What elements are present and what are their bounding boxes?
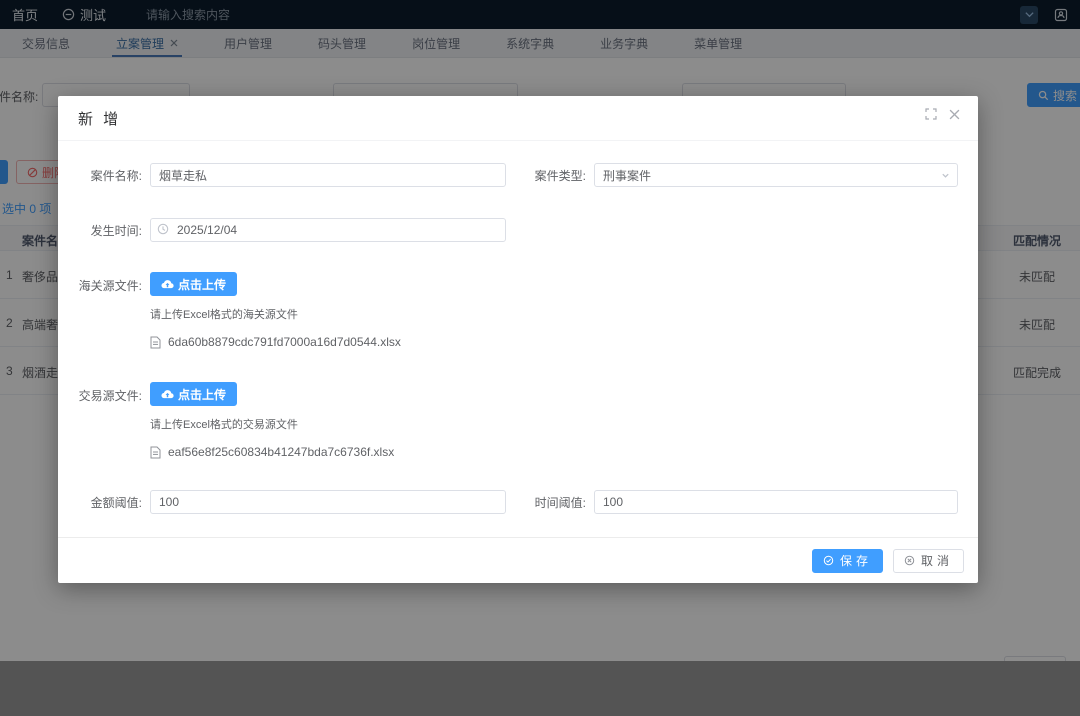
close-circle-icon — [904, 555, 915, 566]
document-icon — [150, 446, 161, 459]
fullscreen-icon[interactable] — [925, 108, 937, 120]
case-type-select[interactable] — [594, 163, 958, 187]
occur-time-input[interactable] — [150, 218, 506, 242]
cloud-upload-icon — [161, 279, 174, 290]
trade-file-name: eaf56e8f25c60834b41247bda7c6736f.xlsx — [168, 445, 394, 459]
amount-threshold-label: 金额阈值: — [78, 494, 150, 511]
case-name-input[interactable] — [150, 163, 506, 187]
time-threshold-input[interactable] — [594, 490, 958, 514]
cancel-button[interactable]: 取消 — [893, 549, 964, 573]
document-icon — [150, 336, 161, 349]
case-type-label: 案件类型: — [530, 167, 594, 184]
app-window: 首页 测试 交易信息 — [0, 0, 1080, 716]
dialog-body: 案件名称: 案件类型: — [58, 141, 978, 514]
save-button[interactable]: 保存 — [812, 549, 883, 573]
save-button-label: 保存 — [840, 552, 872, 569]
upload-button-label: 点击上传 — [178, 276, 226, 293]
upload-button-label: 点击上传 — [178, 386, 226, 403]
amount-threshold-input[interactable] — [150, 490, 506, 514]
dialog-title: 新 增 — [78, 108, 121, 129]
customs-file-name: 6da60b8879cdc791fd7000a16d7d0544.xlsx — [168, 335, 401, 349]
occur-time-label: 发生时间: — [78, 222, 150, 239]
trade-file-item[interactable]: eaf56e8f25c60834b41247bda7c6736f.xlsx — [150, 445, 394, 459]
case-name-label: 案件名称: — [78, 167, 150, 184]
dialog-footer: 保存 取消 — [58, 537, 978, 583]
trade-file-label: 交易源文件: — [78, 387, 150, 404]
add-case-dialog: 新 增 案件名称: — [58, 96, 978, 583]
trade-upload-button[interactable]: 点击上传 — [150, 382, 237, 406]
trade-upload-hint: 请上传Excel格式的交易源文件 — [150, 416, 298, 432]
cancel-button-label: 取消 — [921, 552, 953, 569]
chevron-down-icon — [941, 171, 950, 180]
customs-upload-button[interactable]: 点击上传 — [150, 272, 237, 296]
check-circle-icon — [823, 555, 834, 566]
customs-file-item[interactable]: 6da60b8879cdc791fd7000a16d7d0544.xlsx — [150, 335, 401, 349]
customs-file-label: 海关源文件: — [78, 277, 150, 294]
close-icon[interactable] — [949, 109, 960, 120]
dialog-header: 新 增 — [58, 96, 978, 141]
customs-upload-hint: 请上传Excel格式的海关源文件 — [150, 306, 298, 322]
clock-icon — [157, 223, 169, 235]
cloud-upload-icon — [161, 389, 174, 400]
time-threshold-label: 时间阈值: — [530, 494, 594, 511]
